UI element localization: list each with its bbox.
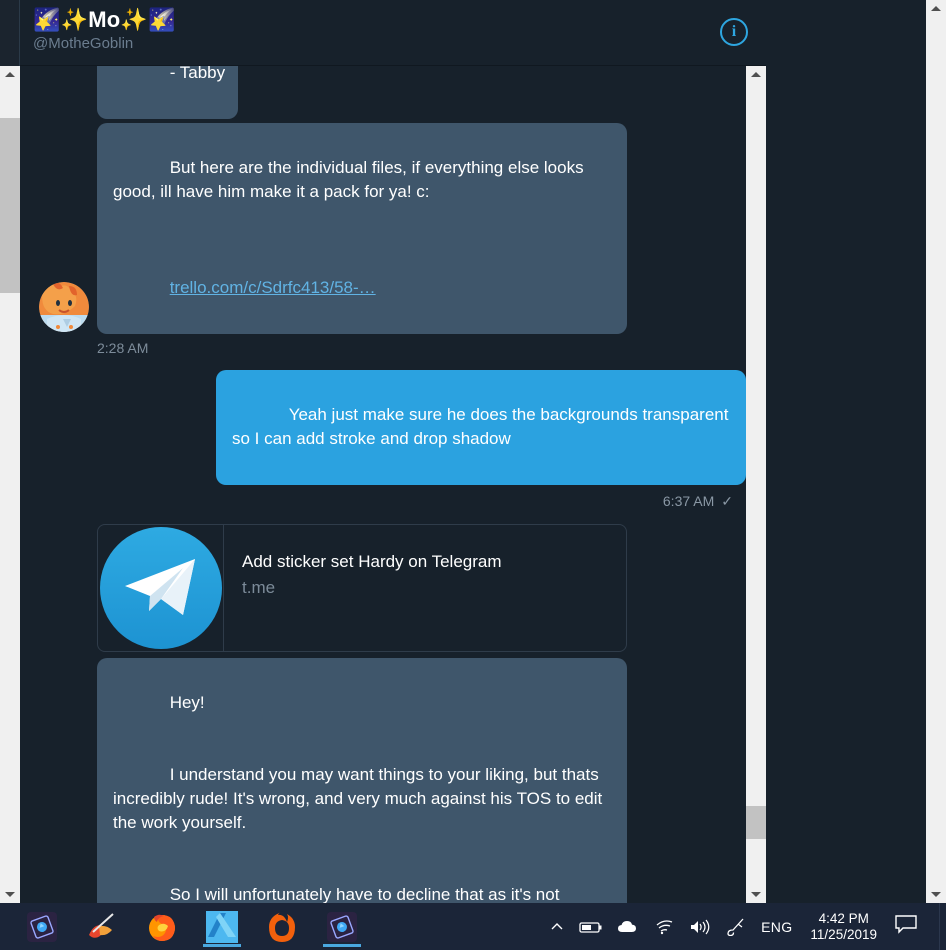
left-scrollbar[interactable]	[0, 66, 20, 903]
chat-header: 🌠✨Mo✨🌠 @MotheGoblin i	[0, 0, 766, 66]
link-preview-card[interactable]: Add sticker set Hardy on Telegram t.me	[97, 524, 627, 652]
chevron-up-icon	[931, 6, 941, 11]
message-list-viewport[interactable]: - Tabby But here are the individual file…	[20, 66, 746, 903]
cloud-icon[interactable]	[617, 919, 641, 935]
telegram-logo-icon	[99, 527, 222, 649]
link-preview-site: t.me	[242, 578, 276, 597]
link-preview-text: Add sticker set Hardy on Telegram t.me	[224, 525, 502, 651]
window-right-filler	[766, 0, 926, 903]
delivery-status-icon: ✓	[721, 493, 733, 509]
chat-scrollbar-down-button[interactable]	[746, 886, 766, 903]
page-scrollbar-down-button[interactable]	[926, 886, 946, 903]
message-bubble-incoming[interactable]: But here are the individual files, if ev…	[97, 123, 627, 334]
message-bubble-incoming[interactable]: - Tabby	[97, 66, 239, 119]
battery-icon[interactable]	[579, 919, 603, 935]
left-scrollbar-up-button[interactable]	[0, 66, 20, 83]
chevron-down-icon	[751, 892, 761, 897]
chat-info-button[interactable]: i	[712, 10, 756, 54]
taskbar-app-icons	[0, 903, 362, 950]
affinity-publisher-taskbar-icon[interactable]	[322, 906, 362, 947]
timestamp-text: 6:37 AM	[662, 493, 715, 509]
message-bubble-incoming[interactable]: Hey! I understand you may want things to…	[97, 658, 627, 903]
message-row: But here are the individual files, if ev…	[20, 123, 746, 334]
taskbar-divider	[939, 903, 940, 950]
affinity-photo-taskbar-icon[interactable]	[22, 906, 62, 947]
title-text: Mo	[88, 7, 121, 32]
title-suffix-emoji: ✨🌠	[120, 7, 176, 32]
left-scrollbar-thumb[interactable]	[0, 118, 20, 293]
paint-tool-sai-taskbar-icon[interactable]	[82, 906, 122, 947]
system-tray: ENG 4:42 PM 11/25/2019	[549, 903, 946, 950]
link-preview-thumbnail	[98, 525, 224, 651]
speaker-icon[interactable]	[689, 919, 711, 935]
message-timestamp: 2:28 AM	[97, 340, 149, 356]
info-icon: i	[720, 18, 748, 46]
trello-link[interactable]: trello.com/c/Sdrfc413/58-…	[170, 278, 376, 297]
origin-taskbar-icon[interactable]	[262, 906, 302, 947]
show-hidden-icons-button[interactable]	[549, 919, 565, 935]
chevron-up-icon	[751, 72, 761, 77]
message-paragraph: I understand you may want things to your…	[113, 765, 607, 832]
chevron-down-icon	[931, 892, 941, 897]
title-prefix-emoji: 🌠✨	[33, 7, 89, 32]
message-row: Yeah just make sure he does the backgrou…	[20, 370, 746, 485]
page-title: 🌠✨Mo✨🌠	[33, 4, 176, 36]
language-indicator[interactable]: ENG	[761, 919, 792, 935]
message-row: - Tabby	[20, 66, 746, 119]
affinity-designer-taskbar-icon[interactable]	[202, 906, 242, 947]
header-left-strip	[0, 0, 20, 66]
firefox-taskbar-icon[interactable]	[142, 906, 182, 947]
notification-icon[interactable]	[895, 914, 925, 939]
windows-taskbar: ENG 4:42 PM 11/25/2019	[0, 903, 946, 950]
message-paragraph: So I will unfortunately have to decline …	[169, 885, 560, 903]
desktop-screen: 🌠✨Mo✨🌠 @MotheGoblin i - Tabby But here a…	[0, 0, 946, 950]
page-scrollbar[interactable]	[926, 0, 946, 903]
link-preview-title: Add sticker set Hardy on Telegram	[242, 552, 502, 571]
message-row: Hey! I understand you may want things to…	[20, 658, 746, 903]
message-paragraph: Hey!	[169, 693, 205, 712]
chevron-down-icon	[5, 892, 15, 897]
chat-scrollbar-thumb[interactable]	[746, 806, 766, 839]
chat-header-titles: 🌠✨Mo✨🌠 @MotheGoblin	[33, 4, 176, 54]
message-list: - Tabby But here are the individual file…	[20, 66, 746, 903]
message-text: Yeah just make sure he does the backgrou…	[232, 405, 734, 448]
telegram-chat-window: 🌠✨Mo✨🌠 @MotheGoblin i - Tabby But here a…	[0, 0, 926, 903]
stylus-icon[interactable]	[725, 918, 747, 936]
chat-scrollbar[interactable]	[746, 66, 766, 903]
chevron-up-icon	[5, 72, 15, 77]
message-text: - Tabby	[169, 66, 226, 82]
message-bubble-outgoing[interactable]: Yeah just make sure he does the backgrou…	[216, 370, 746, 485]
page-scrollbar-up-button[interactable]	[926, 0, 946, 17]
message-text: But here are the individual files, if ev…	[113, 158, 589, 201]
avatar[interactable]	[39, 282, 89, 332]
message-timestamp-outgoing: 6:37 AM ✓	[20, 485, 746, 524]
wifi-icon[interactable]	[655, 919, 675, 935]
message-row: Add sticker set Hardy on Telegram t.me	[20, 524, 746, 652]
clock-time: 4:42 PM	[818, 910, 869, 926]
clock-date: 11/25/2019	[810, 926, 877, 942]
chat-username: @MotheGoblin	[33, 35, 134, 52]
left-scrollbar-down-button[interactable]	[0, 886, 20, 903]
chat-scrollbar-up-button[interactable]	[746, 66, 766, 83]
clock[interactable]: 4:42 PM 11/25/2019	[806, 911, 881, 943]
